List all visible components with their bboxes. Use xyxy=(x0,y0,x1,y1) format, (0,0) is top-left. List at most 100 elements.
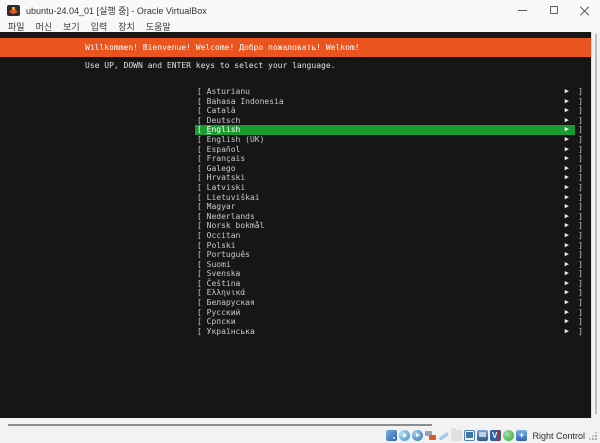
menu-item-item[interactable]: 입력 xyxy=(91,20,108,33)
network-icon[interactable] xyxy=(425,430,436,441)
language-option-catal[interactable]: [ Català▶] xyxy=(195,106,583,116)
language-option-main: [ Occitan▶ xyxy=(195,231,575,241)
optical-disc-icon[interactable] xyxy=(399,430,410,441)
language-option-item[interactable]: [ Беларуская▶] xyxy=(195,298,583,308)
chevron-right-icon: ▶ xyxy=(565,288,569,298)
language-option-nederlands[interactable]: [ Nederlands▶] xyxy=(195,212,583,222)
chevron-right-icon: ▶ xyxy=(565,250,569,260)
language-option-main: [ Ελληνικά▶ xyxy=(195,288,575,298)
row-close-bracket: ] xyxy=(575,212,583,222)
language-option-lietuvi-kai[interactable]: [ Lietuviškai▶] xyxy=(195,193,583,203)
language-option-galego[interactable]: [ Galego▶] xyxy=(195,164,583,174)
display-icon[interactable] xyxy=(464,430,475,441)
row-close-bracket: ] xyxy=(575,317,583,327)
minimize-icon xyxy=(518,10,527,11)
row-close-bracket: ] xyxy=(575,260,583,270)
minimize-button[interactable] xyxy=(507,0,538,20)
language-option-label: [ Русский xyxy=(197,308,565,318)
welcome-banner-text: Willkommen! Bienvenue! Welcome! Добро по… xyxy=(0,38,591,57)
bottom-bar: Right Control xyxy=(0,418,600,443)
language-option-magyar[interactable]: [ Magyar▶] xyxy=(195,202,583,212)
language-option-main: [ Svenska▶ xyxy=(195,269,575,279)
recording-icon[interactable] xyxy=(477,430,488,441)
usb-icon[interactable] xyxy=(438,430,449,441)
language-option-label: [ Galego xyxy=(197,164,565,174)
hard-disk-icon[interactable] xyxy=(386,430,397,441)
language-option-hrvatski[interactable]: [ Hrvatski▶] xyxy=(195,173,583,183)
language-option-label: [ Српски xyxy=(197,317,565,327)
language-option-norsk-bokm-l[interactable]: [ Norsk bokmål▶] xyxy=(195,221,583,231)
vertical-scrollbar-thumb[interactable] xyxy=(595,34,597,414)
language-option-portugu-s[interactable]: [ Português▶] xyxy=(195,250,583,260)
language-option-label: [ Svenska xyxy=(197,269,565,279)
language-option-latviski[interactable]: [ Latviski▶] xyxy=(195,183,583,193)
language-option-polski[interactable]: [ Polski▶] xyxy=(195,241,583,251)
chevron-right-icon: ▶ xyxy=(565,279,569,289)
audio-icon[interactable] xyxy=(412,430,423,441)
horizontal-scrollbar-thumb[interactable] xyxy=(8,424,432,426)
execution-icon[interactable] xyxy=(503,430,514,441)
keyboard-icon[interactable] xyxy=(516,430,527,441)
maximize-button[interactable] xyxy=(538,0,569,20)
chevron-right-icon: ▶ xyxy=(565,241,569,251)
language-option-deutsch[interactable]: [ Deutsch▶] xyxy=(195,116,583,126)
language-option-main: [ Nederlands▶ xyxy=(195,212,575,222)
language-option-label: [ Čeština xyxy=(197,279,565,289)
language-option-label: [ Ελληνικά xyxy=(197,288,565,298)
menu-bar: 파일 머신 보기 입력 장치 도움말 xyxy=(0,20,600,32)
language-option-item[interactable]: [ Русский▶] xyxy=(195,308,583,318)
features-icon[interactable] xyxy=(490,430,501,441)
language-option-main: [ Polski▶ xyxy=(195,241,575,251)
language-option-label: [ Lietuviškai xyxy=(197,193,565,203)
language-option-main: [ Русский▶ xyxy=(195,308,575,318)
language-option-main: [ Català▶ xyxy=(195,106,575,116)
language-option-bahasa-indonesia[interactable]: [ Bahasa Indonesia▶] xyxy=(195,97,583,107)
virtualbox-window: ubuntu-24.04_01 [실행 중] - Oracle VirtualB… xyxy=(0,0,600,443)
language-option-espa-ol[interactable]: [ Español▶] xyxy=(195,145,583,155)
language-option-occitan[interactable]: [ Occitan▶] xyxy=(195,231,583,241)
vertical-scrollbar[interactable] xyxy=(591,32,600,418)
language-option-suomi[interactable]: [ Suomi▶] xyxy=(195,260,583,270)
menu-item-item[interactable]: 장치 xyxy=(118,20,135,33)
language-option-main: [ Suomi▶ xyxy=(195,260,575,270)
language-option-fran-ais[interactable]: [ Français▶] xyxy=(195,154,583,164)
language-option-e-tina[interactable]: [ Čeština▶] xyxy=(195,279,583,289)
chevron-right-icon: ▶ xyxy=(565,183,569,193)
row-close-bracket: ] xyxy=(575,221,583,231)
resize-grip[interactable] xyxy=(589,432,597,440)
language-option-main: [ English▶ xyxy=(195,125,575,135)
chevron-right-icon: ▶ xyxy=(565,164,569,174)
window-title: ubuntu-24.04_01 [실행 중] - Oracle VirtualB… xyxy=(26,4,507,17)
language-option-label: [ Català xyxy=(197,106,565,116)
chevron-right-icon: ▶ xyxy=(565,212,569,222)
language-option-label: [ Français xyxy=(197,154,565,164)
language-option-label: [ Hrvatski xyxy=(197,173,565,183)
menu-item-item[interactable]: 보기 xyxy=(63,20,80,33)
language-option-english[interactable]: [ English▶] xyxy=(195,125,583,135)
row-close-bracket: ] xyxy=(575,298,583,308)
language-option-svenska[interactable]: [ Svenska▶] xyxy=(195,269,583,279)
language-option-item[interactable]: [ Українська▶] xyxy=(195,327,583,337)
menu-item-item[interactable]: 머신 xyxy=(36,20,53,33)
language-option-english-uk[interactable]: [ English (UK)▶] xyxy=(195,135,583,145)
language-option-main: [ Latviski▶ xyxy=(195,183,575,193)
chevron-right-icon: ▶ xyxy=(565,221,569,231)
language-option-label: [ Bahasa Indonesia xyxy=(197,97,565,107)
row-close-bracket: ] xyxy=(575,135,583,145)
row-close-bracket: ] xyxy=(575,145,583,155)
row-close-bracket: ] xyxy=(575,125,583,135)
vm-display[interactable]: Willkommen! Bienvenue! Welcome! Добро по… xyxy=(0,32,591,418)
chevron-right-icon: ▶ xyxy=(565,97,569,107)
language-option-label: [ Occitan xyxy=(197,231,565,241)
language-option-main: [ Bahasa Indonesia▶ xyxy=(195,97,575,107)
close-button[interactable] xyxy=(569,0,600,20)
language-option-label: [ Latviski xyxy=(197,183,565,193)
menu-item-item[interactable]: 도움말 xyxy=(146,20,171,33)
language-option-main: [ English (UK)▶ xyxy=(195,135,575,145)
language-option-item[interactable]: [ Ελληνικά▶] xyxy=(195,288,583,298)
language-option-item[interactable]: [ Српски▶] xyxy=(195,317,583,327)
language-option-asturianu[interactable]: [ Asturianu▶] xyxy=(195,87,583,97)
menu-item-item[interactable]: 파일 xyxy=(8,20,25,33)
shared-folders-icon[interactable] xyxy=(451,430,462,441)
close-icon xyxy=(580,6,589,15)
